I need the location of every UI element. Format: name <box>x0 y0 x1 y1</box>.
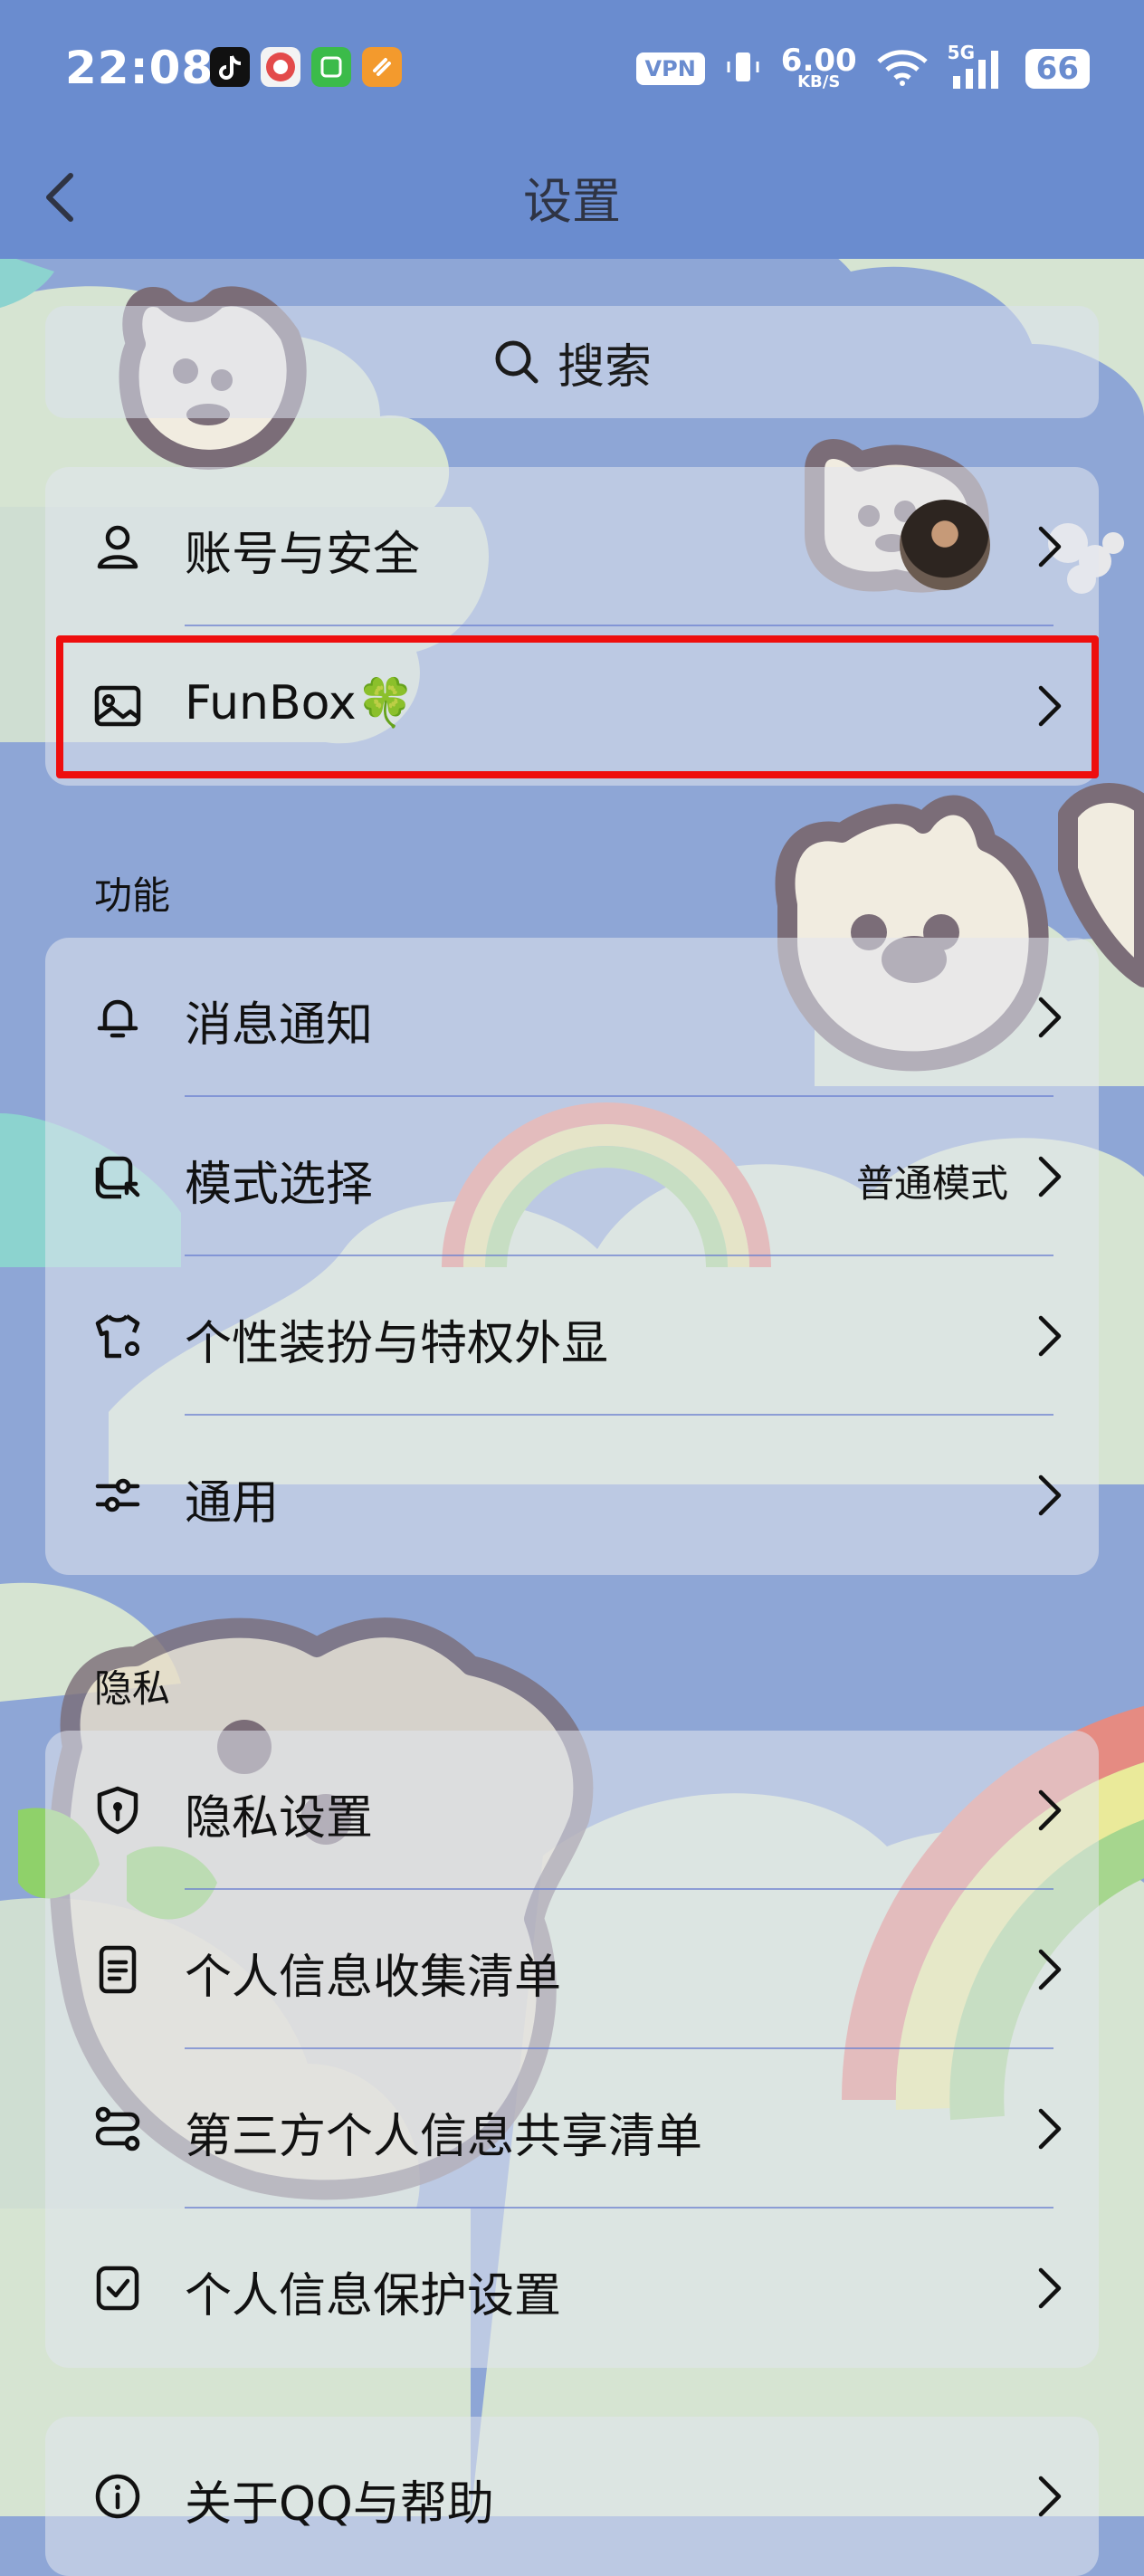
notifications-row[interactable]: 消息通知 <box>45 938 1099 1097</box>
row-label: 通用 <box>185 1476 280 1531</box>
row-label: 关于QQ与帮助 <box>185 2477 494 2532</box>
mode-value: 普通模式 <box>855 1161 1008 1206</box>
wechat-mini-icon <box>311 47 351 87</box>
sliders-icon <box>95 1478 140 1512</box>
signal-icon: 5G <box>948 42 1007 91</box>
shield-icon <box>97 1786 138 1835</box>
mode-select-row[interactable]: 模式选择 普通模式 <box>45 1097 1099 1256</box>
status-bar: 22:08 VPN 6.00 KB/S 5G 66 <box>0 0 1144 134</box>
personalization-row[interactable]: 个性装扮与特权外显 <box>45 1256 1099 1416</box>
checkbox-icon <box>96 2266 139 2311</box>
row-label: 消息通知 <box>185 998 374 1053</box>
avatar <box>900 500 990 590</box>
person-icon <box>97 525 138 569</box>
tiktok-icon <box>210 47 250 87</box>
about-help-row[interactable]: 关于QQ与帮助 <box>45 2417 1099 2576</box>
search-bar[interactable]: 搜索 <box>45 306 1099 418</box>
row-label: 个人信息保护设置 <box>185 2269 562 2323</box>
row-label: 个性装扮与特权外显 <box>185 1317 609 1371</box>
wifi-icon <box>875 47 930 91</box>
row-label: 账号与安全 <box>185 528 421 582</box>
privacy-section-title: 隐私 <box>94 1666 171 1711</box>
features-card: 消息通知 模式选择 普通模式 个性装扮与特权外显 通用 <box>45 938 1099 1575</box>
shopping-app-icon <box>261 47 300 87</box>
chevron-right-icon <box>1038 1789 1062 1831</box>
header-bar: 设置 <box>0 134 1144 259</box>
bell-icon <box>97 999 138 1038</box>
info-protection-row[interactable]: 个人信息保护设置 <box>45 2209 1099 2368</box>
chevron-right-icon <box>1038 1474 1062 1516</box>
chevron-right-icon <box>1038 2108 1062 2150</box>
account-security-row[interactable]: 账号与安全 <box>45 467 1099 626</box>
search-label: 搜索 <box>557 339 652 395</box>
about-card: 关于QQ与帮助 <box>45 2417 1099 2576</box>
privacy-card: 隐私设置 个人信息收集清单 第三方个人信息共享清单 个人信息保护设置 <box>45 1731 1099 2368</box>
chevron-right-icon <box>1038 1949 1062 1990</box>
orange-app-icon <box>362 47 402 87</box>
third-party-sharing-row[interactable]: 第三方个人信息共享清单 <box>45 2049 1099 2209</box>
chevron-right-icon <box>1038 2267 1062 2309</box>
funbox-highlight-box <box>56 635 1099 778</box>
vibrate-icon <box>723 47 763 91</box>
info-collection-row[interactable]: 个人信息收集清单 <box>45 1890 1099 2049</box>
status-time: 22:08 <box>65 42 214 94</box>
page-title: 设置 <box>523 173 621 230</box>
chevron-right-icon <box>1038 1156 1062 1197</box>
share-icon <box>95 2106 140 2151</box>
row-label: 个人信息收集清单 <box>185 1951 562 2005</box>
privacy-settings-row[interactable]: 隐私设置 <box>45 1731 1099 1890</box>
document-icon <box>99 1945 137 1994</box>
mode-icon <box>95 1156 140 1199</box>
row-label: 隐私设置 <box>185 1791 374 1846</box>
chevron-right-icon <box>1038 1315 1062 1357</box>
search-icon <box>495 340 539 384</box>
battery-indicator: 66 <box>1025 49 1090 89</box>
row-label: 模式选择 <box>185 1158 374 1212</box>
chevron-right-icon <box>1038 526 1062 568</box>
tshirt-icon <box>95 1314 140 1359</box>
network-speed: 6.00 KB/S <box>780 43 857 91</box>
general-row[interactable]: 通用 <box>45 1416 1099 1575</box>
features-section-title: 功能 <box>94 873 171 918</box>
info-icon <box>95 2474 140 2519</box>
vpn-badge: VPN <box>635 52 705 85</box>
chevron-right-icon <box>1038 2476 1062 2517</box>
row-label: 第三方个人信息共享清单 <box>185 2110 703 2164</box>
chevron-right-icon <box>1038 997 1062 1038</box>
